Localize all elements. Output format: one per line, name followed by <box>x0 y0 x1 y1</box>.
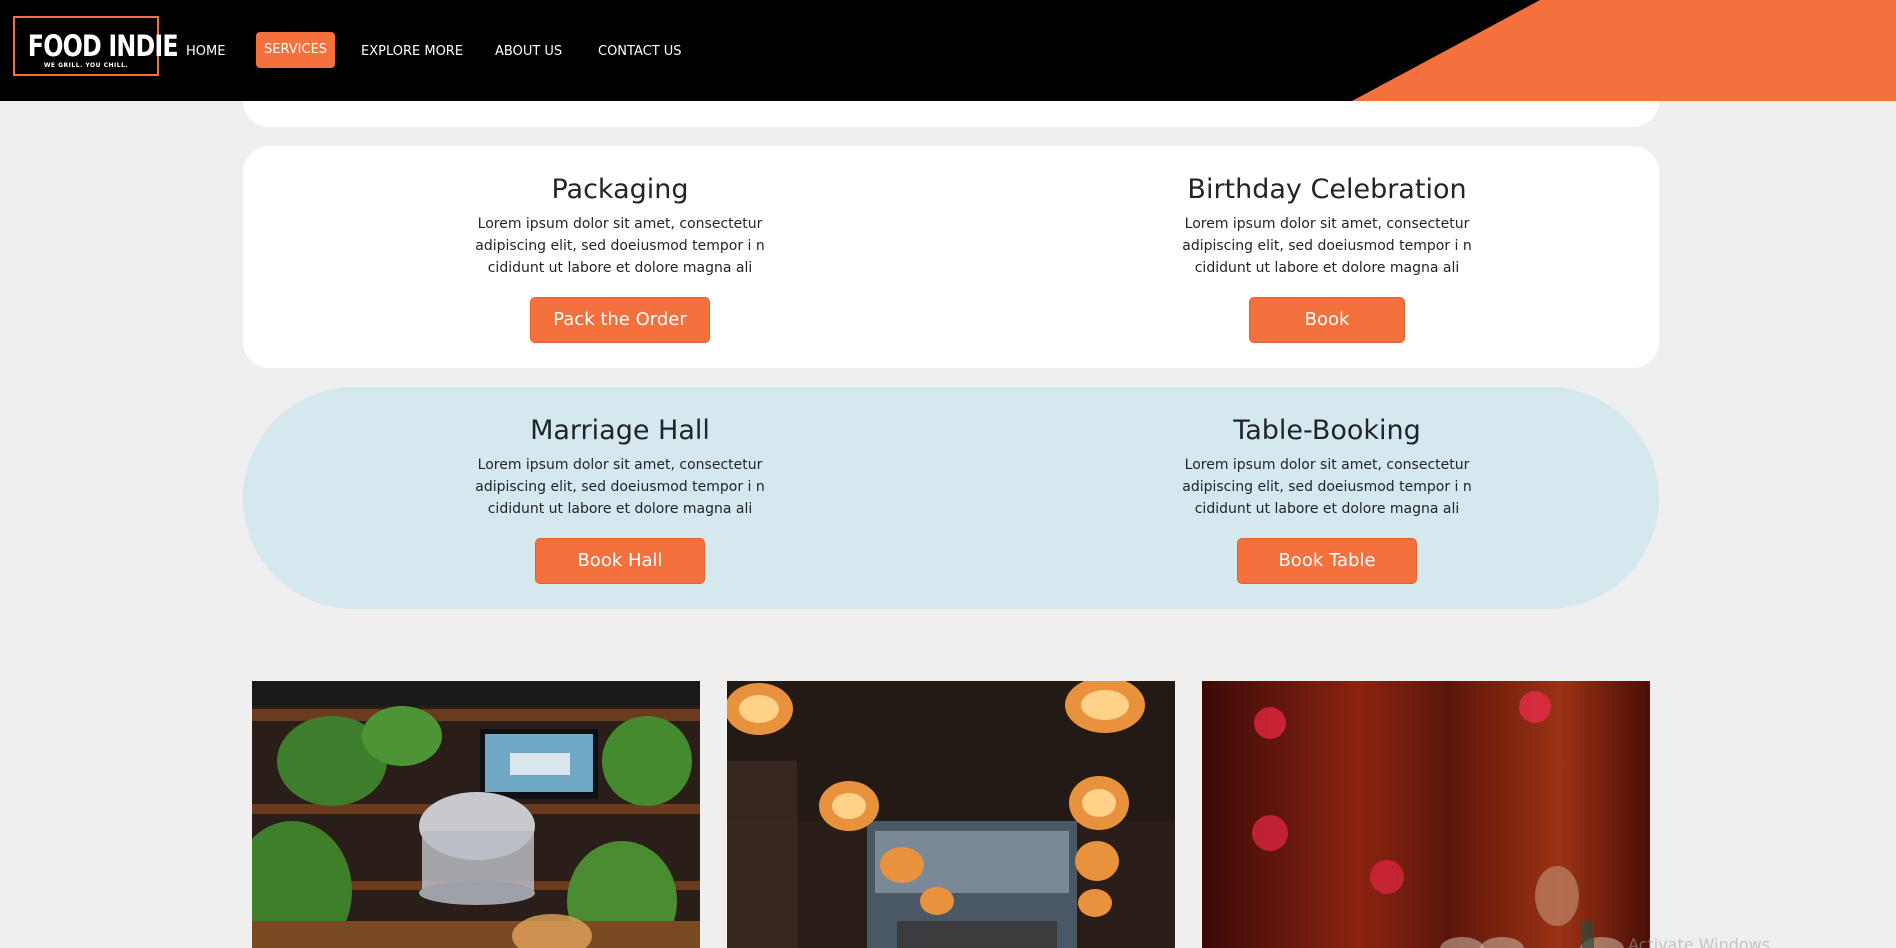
service-table-booking: Table-Booking Lorem ipsum dolor sit amet… <box>1107 413 1547 584</box>
brand-name: FOOD INDIE <box>27 29 179 63</box>
book-table-button[interactable]: Book Table <box>1237 538 1417 584</box>
book-button[interactable]: Book <box>1248 297 1406 343</box>
nav-contact-us[interactable]: CONTACT US <box>598 32 682 68</box>
gallery-image-restaurant-plants <box>252 681 700 948</box>
brand-tagline: WE GRILL. YOU CHILL. <box>43 62 129 69</box>
service-title: Birthday Celebration <box>1187 174 1467 205</box>
nav-about-us[interactable]: ABOUT US <box>495 32 562 68</box>
service-description: Lorem ipsum dolor sit amet, consectetur … <box>1182 216 1472 276</box>
page: FOOD INDIE WE GRILL. YOU CHILL. HOME SER… <box>0 0 1896 948</box>
service-card-row-2: Marriage Hall Lorem ipsum dolor sit amet… <box>243 387 1659 609</box>
service-title: Marriage Hall <box>530 415 710 446</box>
navbar: FOOD INDIE WE GRILL. YOU CHILL. HOME SER… <box>0 0 1896 101</box>
nav-services[interactable]: SERVICES <box>256 32 336 68</box>
service-description: Lorem ipsum dolor sit amet, consectetur … <box>475 216 765 276</box>
service-marriage-hall: Marriage Hall Lorem ipsum dolor sit amet… <box>400 413 840 584</box>
nav-home[interactable]: HOME <box>186 32 225 68</box>
pack-the-order-button[interactable]: Pack the Order <box>530 297 710 343</box>
service-birthday-celebration: Birthday Celebration Lorem ipsum dolor s… <box>1107 172 1547 343</box>
os-activation-watermark: Activate Windows <box>1628 935 1771 948</box>
nav-explore-more[interactable]: EXPLORE MORE <box>361 32 463 68</box>
service-title: Table-Booking <box>1233 415 1421 446</box>
gallery-image-pendant-lamps <box>727 681 1175 948</box>
service-description: Lorem ipsum dolor sit amet, consectetur … <box>475 457 765 517</box>
service-title: Packaging <box>551 174 689 205</box>
service-packaging: Packaging Lorem ipsum dolor sit amet, co… <box>400 172 840 343</box>
service-card-row-1: Packaging Lorem ipsum dolor sit amet, co… <box>243 146 1659 368</box>
service-description: Lorem ipsum dolor sit amet, consectetur … <box>1182 457 1472 517</box>
gallery-image-red-curtain-glasses <box>1202 681 1650 948</box>
book-hall-button[interactable]: Book Hall <box>535 538 705 584</box>
brand-logo[interactable]: FOOD INDIE WE GRILL. YOU CHILL. <box>13 16 179 76</box>
